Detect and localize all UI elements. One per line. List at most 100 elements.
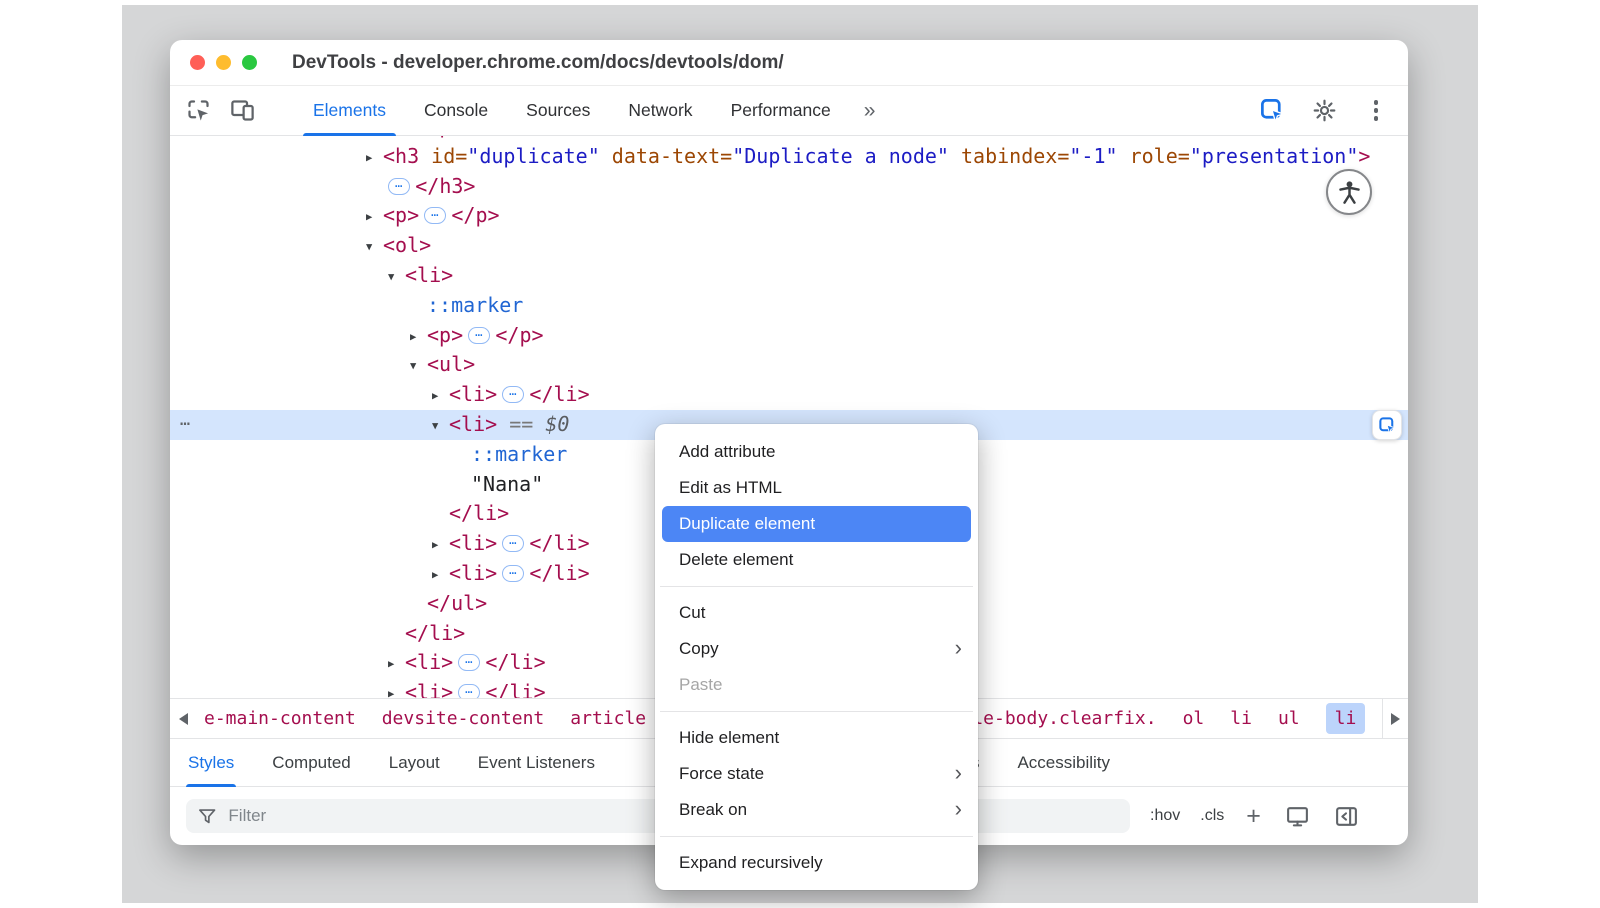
accessibility-shortcut-button[interactable] (1326, 169, 1372, 215)
menu-item-duplicate-element[interactable]: Duplicate element (662, 506, 971, 542)
code-token-tag: <li> (405, 263, 453, 287)
breadcrumb-item-devsite-content[interactable]: devsite-content (382, 708, 545, 729)
code-token-attr: data-text= (600, 144, 732, 168)
expand-arrow-icon[interactable]: ▶ (366, 203, 383, 233)
inspect-element-button[interactable] (182, 95, 214, 127)
menu-item-break-on[interactable]: Break on› (655, 792, 978, 828)
dom-row[interactable]: ▼<ul> (170, 350, 1408, 380)
code-token-tag: </li> (449, 501, 509, 525)
devtools-toolbar: ElementsConsoleSourcesNetworkPerformance… (170, 86, 1408, 136)
code-token-var: $0 (545, 412, 569, 436)
code-token-tag: </h3> (415, 174, 475, 198)
titlebar: DevTools - developer.chrome.com/docs/dev… (170, 40, 1408, 86)
toggle-class-button[interactable]: .cls (1200, 807, 1224, 825)
menu-item-cut[interactable]: Cut (655, 595, 978, 631)
submenu-chevron-icon: › (955, 637, 962, 659)
menu-item-label: Add attribute (679, 442, 775, 462)
collapse-arrow-icon[interactable]: ▼ (388, 263, 405, 293)
settings-button[interactable] (1308, 95, 1340, 127)
inline-expand-button[interactable]: ⋯ (458, 684, 480, 698)
inline-expand-button[interactable]: ⋯ (502, 535, 524, 552)
expand-arrow-icon[interactable]: ▶ (388, 680, 405, 698)
tab-console[interactable]: Console (405, 86, 507, 136)
menu-item-label: Copy (679, 639, 719, 659)
dom-row[interactable]: ⋯ </h3> (170, 172, 1408, 202)
breadcrumb-item-article[interactable]: article (570, 708, 646, 729)
bottom-tab-accessibility[interactable]: Accessibility (1017, 739, 1110, 787)
breadcrumb-next-button[interactable] (1382, 699, 1408, 738)
bottom-tab-layout[interactable]: Layout (389, 739, 440, 787)
menu-item-copy[interactable]: Copy › (655, 631, 978, 667)
scroll-into-view-button[interactable] (1372, 410, 1402, 440)
tab-network[interactable]: Network (609, 86, 711, 136)
menu-item-label: Duplicate element (679, 514, 815, 534)
expand-arrow-icon[interactable]: ▶ (432, 531, 449, 561)
inline-expand-button[interactable]: ⋯ (502, 565, 524, 582)
breadcrumb-prev-button[interactable] (170, 699, 196, 738)
menu-item-collapse-children[interactable]: Collapse children (655, 881, 978, 890)
device-toolbar-button[interactable] (226, 95, 258, 127)
code-token-tag: </p> (415, 136, 463, 138)
menu-item-add-attribute[interactable]: Add attribute (655, 434, 978, 470)
toggle-sidebar-button[interactable] (1334, 804, 1359, 829)
breadcrumb-item-ul[interactable]: ul (1278, 708, 1300, 729)
breadcrumb-item-li-selected[interactable]: li (1326, 703, 1366, 734)
breadcrumb-item-li[interactable]: li (1230, 708, 1252, 729)
new-style-rule-button[interactable]: + (1246, 804, 1261, 829)
expand-arrow-icon[interactable]: ▶ (432, 382, 449, 412)
dom-row[interactable]: ▶<h3 id="duplicate" data-text="Duplicate… (170, 142, 1408, 172)
bottom-tab-styles[interactable]: Styles (188, 739, 234, 787)
code-token-tag: <li> (405, 650, 453, 674)
dom-row[interactable]: ▶<p>⋯</p> (170, 321, 1408, 351)
expand-arrow-icon[interactable]: ▶ (388, 650, 405, 680)
menu-item-force-state[interactable]: Force state› (655, 756, 978, 792)
menu-item-delete-element[interactable]: Delete element (655, 542, 978, 578)
toggle-hover-state-button[interactable]: :hov (1150, 807, 1180, 825)
breadcrumb-item-ol[interactable]: ol (1183, 708, 1205, 729)
filter-funnel-icon (198, 808, 216, 825)
inline-expand-button[interactable]: ⋯ (388, 178, 410, 195)
kebab-icon (1374, 100, 1379, 121)
element-picker-badge-button[interactable] (1256, 95, 1288, 127)
collapse-arrow-icon[interactable]: ▼ (432, 412, 449, 442)
inline-expand-button[interactable]: ⋯ (424, 207, 446, 224)
code-token-tag: </ul> (427, 591, 487, 615)
code-token-tag: <li> (449, 531, 497, 555)
dom-row[interactable]: ▼<ol> (170, 231, 1408, 261)
inline-expand-button[interactable]: ⋯ (468, 327, 490, 344)
zoom-window-button[interactable] (242, 55, 257, 70)
dom-row[interactable]: ▶<li>⋯</li> (170, 380, 1408, 410)
more-options-button[interactable] (1360, 95, 1392, 127)
dom-row[interactable]: ▼<li> (170, 261, 1408, 291)
code-token-pseudo: ::marker (427, 293, 523, 317)
collapse-arrow-icon[interactable]: ▼ (366, 233, 383, 263)
minimize-window-button[interactable] (216, 55, 231, 70)
more-tabs-button[interactable]: » (864, 99, 878, 123)
dom-row[interactable]: ▶<p> ⋯ </p> (170, 201, 1408, 231)
row-actions-dots-icon[interactable]: ⋯ (180, 410, 191, 440)
code-token-val: "Duplicate a node" (732, 144, 949, 168)
tab-sources[interactable]: Sources (507, 86, 609, 136)
inline-expand-button[interactable]: ⋯ (458, 654, 480, 671)
rendering-emulation-button[interactable] (1285, 804, 1310, 829)
expand-arrow-icon[interactable]: ▶ (432, 561, 449, 591)
menu-item-hide-element[interactable]: Hide element (655, 720, 978, 756)
code-token-tag: <li> (449, 561, 497, 585)
code-token-tag: </li> (529, 382, 589, 406)
expand-arrow-icon[interactable]: ▶ (410, 323, 427, 353)
code-token-tag: <p> (383, 203, 419, 227)
collapse-arrow-icon[interactable]: ▼ (410, 352, 427, 382)
code-token-tag: </p> (451, 203, 499, 227)
breadcrumb-item-e-main-content[interactable]: e-main-content (204, 708, 356, 729)
tab-elements[interactable]: Elements (294, 86, 405, 136)
bottom-tab-computed[interactable]: Computed (272, 739, 350, 787)
tab-performance[interactable]: Performance (712, 86, 850, 136)
menu-item-expand-recursively[interactable]: Expand recursively (655, 845, 978, 881)
code-token-tag: </li> (529, 561, 589, 585)
bottom-tab-event-listeners[interactable]: Event Listeners (478, 739, 595, 787)
expand-arrow-icon[interactable]: ▶ (366, 144, 383, 174)
close-window-button[interactable] (190, 55, 205, 70)
menu-item-edit-as-html[interactable]: Edit as HTML (655, 470, 978, 506)
dom-row[interactable]: ::marker (170, 291, 1408, 321)
inline-expand-button[interactable]: ⋯ (502, 386, 524, 403)
